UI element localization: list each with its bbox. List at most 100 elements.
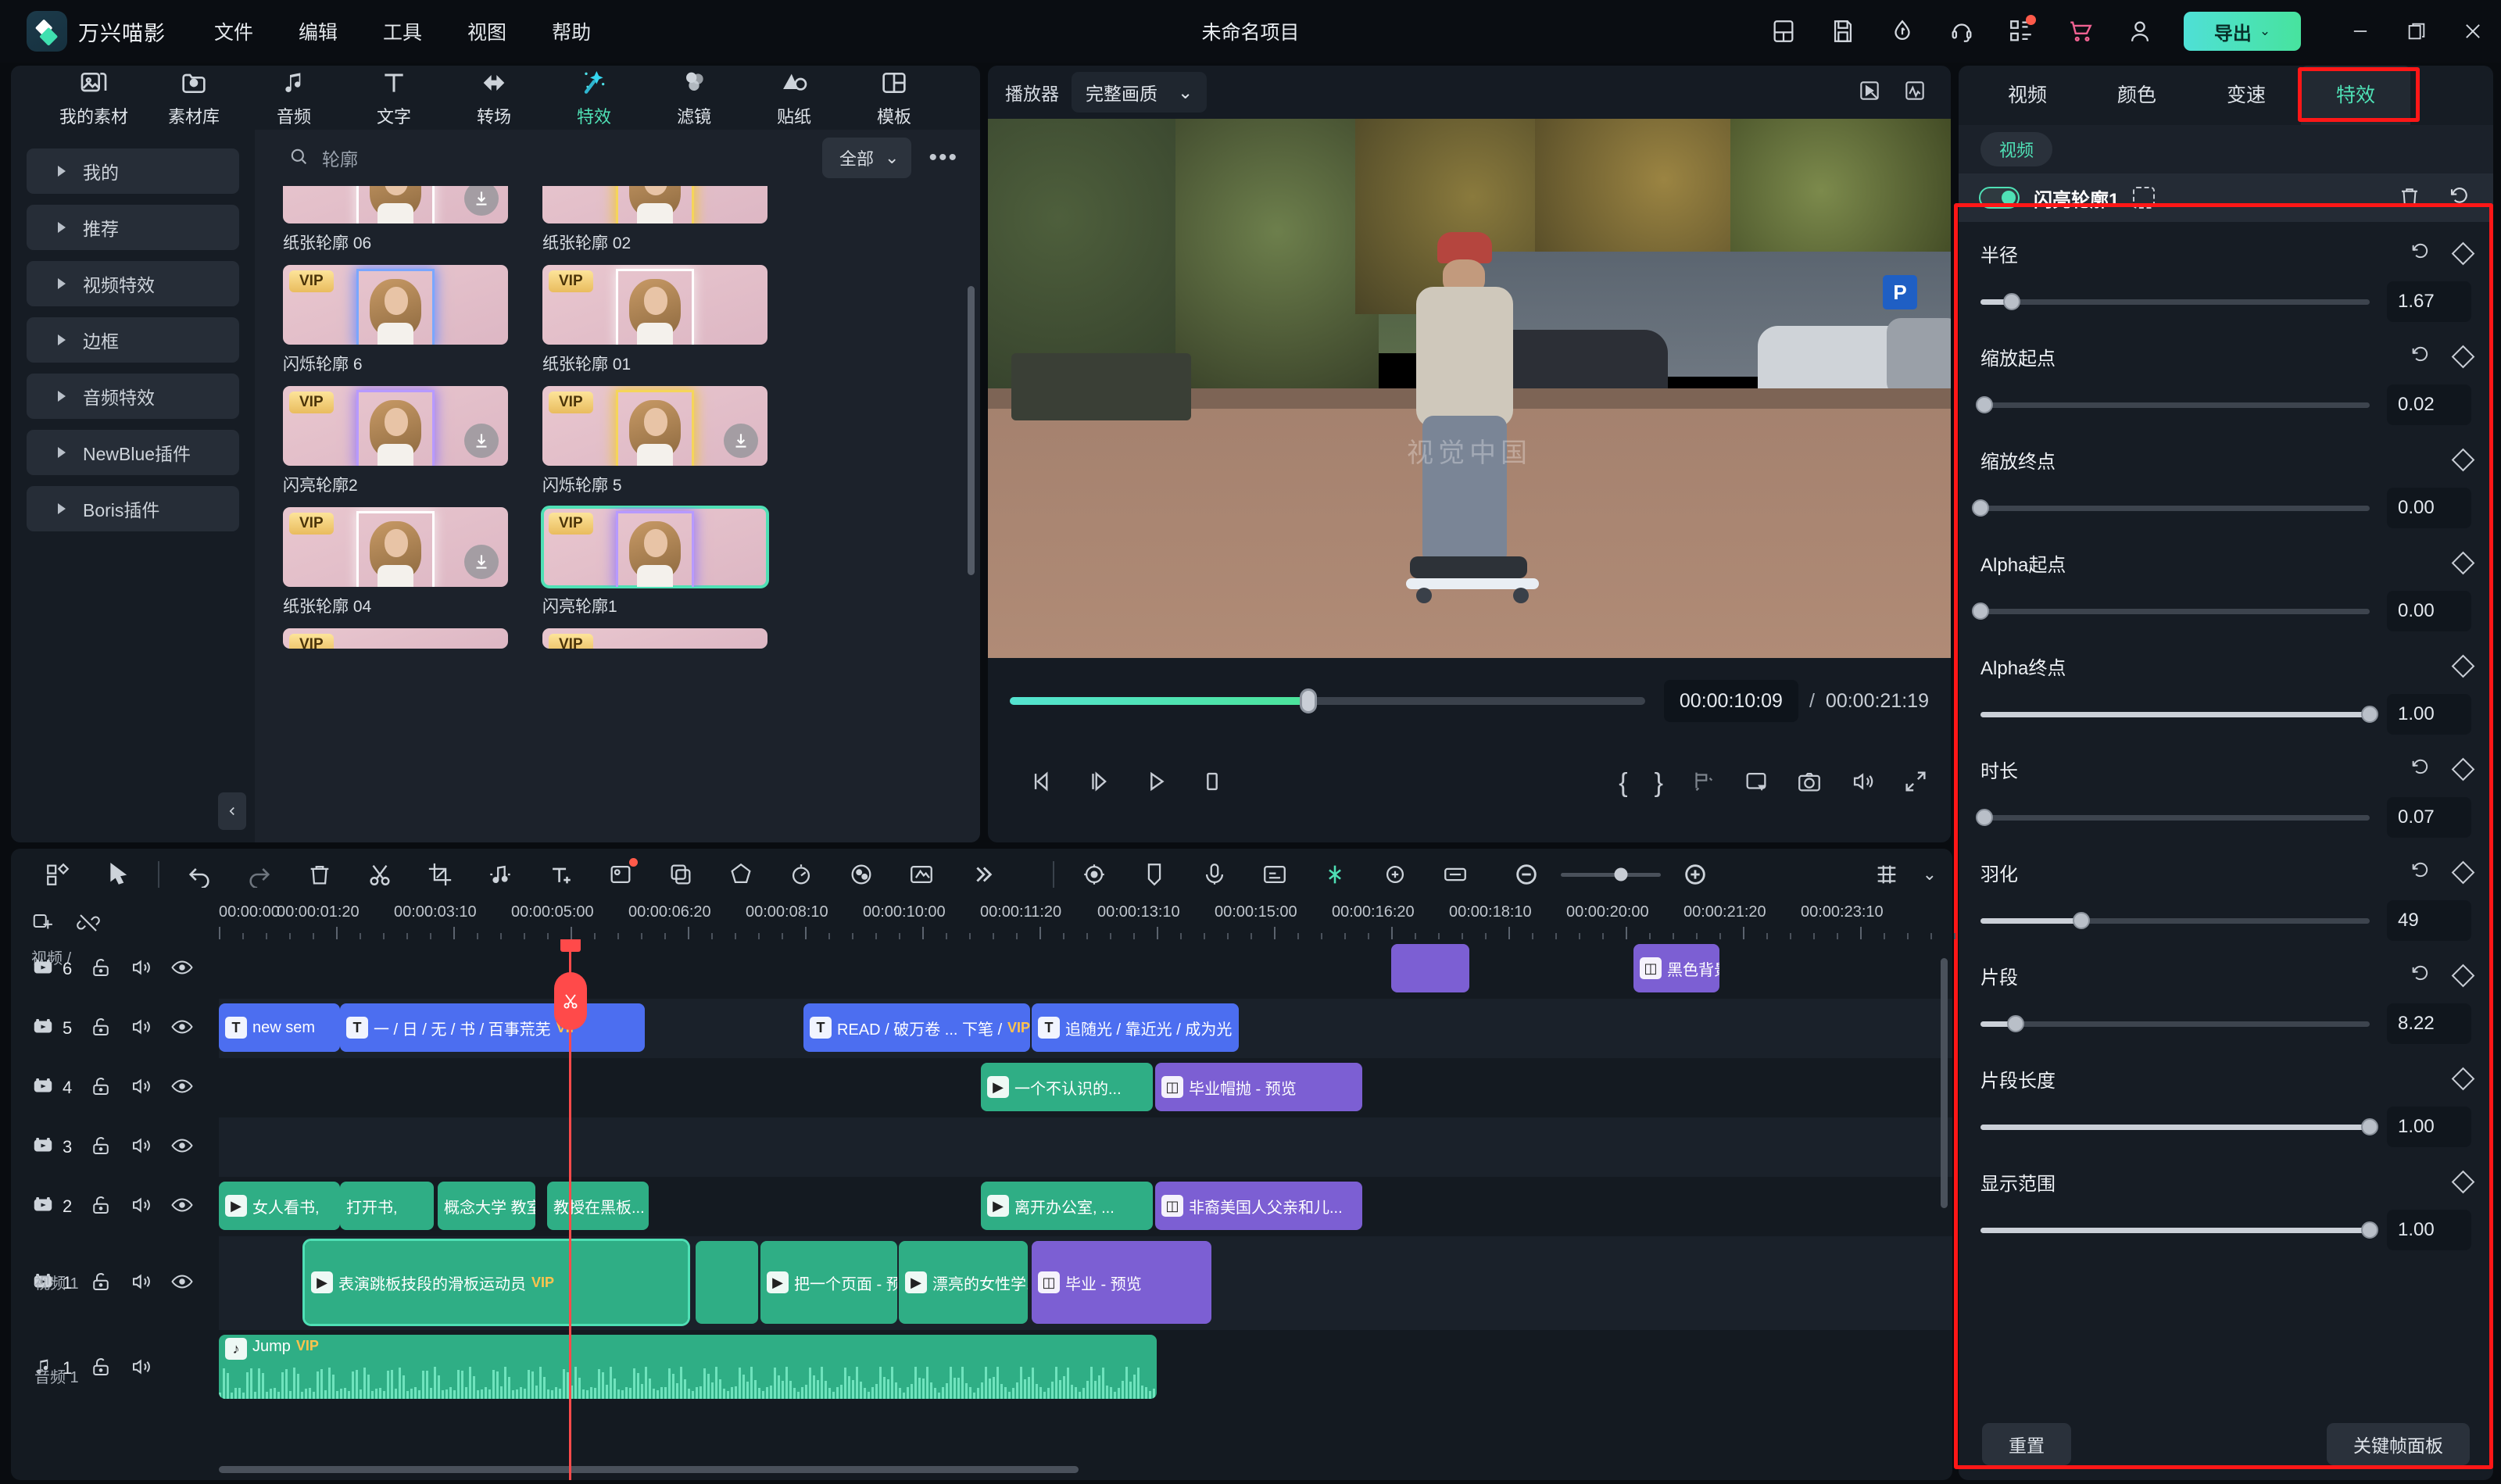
effect-card[interactable]: VIP (283, 628, 508, 649)
timeline-horizontal-scrollbar[interactable] (219, 1466, 1079, 1473)
mute-icon[interactable] (130, 1355, 153, 1382)
quality-dropdown[interactable]: 完整画质 ⌄ (1072, 72, 1208, 113)
reset-icon[interactable] (2410, 241, 2431, 266)
mute-icon[interactable] (130, 1134, 153, 1161)
effect-card-selected[interactable]: VIP 闪亮轮廓1 (541, 506, 769, 617)
render-preview-icon[interactable] (1435, 854, 1476, 895)
collapse-panel-button[interactable] (218, 792, 246, 830)
tab-templates[interactable]: 模板 (844, 67, 944, 128)
tab-filters[interactable]: 滤镜 (644, 67, 744, 128)
timeline-vertical-scrollbar[interactable] (1941, 958, 1948, 1208)
menu-edit[interactable]: 编辑 (299, 17, 338, 45)
reset-button[interactable]: 重置 (1982, 1423, 2071, 1465)
param-value[interactable]: 1.67 (2387, 281, 2471, 322)
timeline-clip[interactable]: ▶ 表演跳板技段的滑板运动员 VIP (302, 1239, 690, 1326)
param-slider[interactable] (1972, 603, 2370, 620)
grid-view-icon[interactable] (1866, 854, 1907, 895)
add-track-icon[interactable] (31, 911, 55, 939)
param-slider[interactable] (1975, 396, 2370, 413)
effect-thumbnail[interactable]: VIP (542, 386, 767, 466)
marker-icon[interactable] (1134, 854, 1175, 895)
eye-icon[interactable] (170, 956, 194, 983)
split-scissors-icon[interactable] (360, 854, 400, 895)
timeline-clip[interactable]: ◫ 毕业 - 预览 (1032, 1241, 1211, 1324)
download-icon[interactable] (464, 545, 499, 579)
effect-card[interactable]: VIP 纸张轮廓 04 (283, 507, 508, 617)
chevron-down-icon[interactable]: ⌄ (1923, 864, 1937, 885)
audio-detach-icon[interactable] (480, 854, 521, 895)
pip-icon[interactable] (1743, 768, 1769, 799)
track-header[interactable]: 4 (11, 1058, 219, 1117)
timeline-clip[interactable]: ▶ 一个不认识的... (981, 1063, 1153, 1111)
undo-icon[interactable] (179, 854, 220, 895)
audio-meter-icon[interactable] (1902, 78, 1927, 107)
tab-stock-library[interactable]: 素材库 (144, 67, 244, 128)
zoom-slider[interactable] (1561, 867, 1661, 881)
timeline-tracks[interactable]: ◫黑色背景Tnew semT一 / 日 / 无 / 书 / 百事荒芜VIPTRE… (219, 939, 1952, 1480)
keyframe-diamond-icon[interactable] (2451, 757, 2475, 781)
delete-icon[interactable] (299, 854, 340, 895)
param-value[interactable]: 0.00 (2387, 488, 2471, 528)
timeline-clip[interactable]: 教授在黑板... (547, 1182, 649, 1230)
select-tool-icon[interactable] (98, 854, 138, 895)
timeline-clip[interactable]: Tnew sem (219, 1003, 340, 1052)
mute-icon[interactable] (130, 1193, 153, 1221)
effect-card[interactable]: VIP 闪烁轮廓 6 (283, 265, 508, 375)
timeline-clip[interactable]: T 追随光 / 靠近光 / 成为光 (1032, 1003, 1239, 1052)
lock-icon[interactable] (89, 1193, 113, 1221)
more-options-icon[interactable]: ••• (928, 145, 958, 171)
param-slider[interactable] (1980, 706, 2378, 723)
reset-icon[interactable] (2410, 963, 2431, 989)
mask-icon[interactable] (721, 854, 761, 895)
lock-icon[interactable] (89, 1075, 113, 1102)
export-button[interactable]: 导出 ⌄ (2184, 12, 2301, 51)
param-slider[interactable] (1980, 293, 2370, 310)
menu-help[interactable]: 帮助 (552, 17, 591, 45)
layout-icon[interactable] (1762, 9, 1805, 53)
timeline-clip[interactable]: ◫ 黑色背景 (1633, 944, 1719, 992)
color-wheel-icon[interactable] (841, 854, 882, 895)
tab-effects[interactable]: 特效 (544, 67, 644, 128)
effect-thumbnail[interactable]: VIP (283, 628, 508, 649)
download-icon[interactable] (464, 424, 499, 458)
eye-icon[interactable] (170, 1193, 194, 1221)
green-screen-icon[interactable] (901, 854, 942, 895)
chevron-down-icon[interactable]: ⌄ (2259, 23, 2270, 39)
keyframe-diamond-icon[interactable] (2451, 654, 2475, 678)
param-value[interactable]: 1.00 (2387, 1107, 2471, 1147)
play-icon[interactable] (1143, 768, 1169, 799)
zoom-in-icon[interactable] (1675, 854, 1716, 895)
search-input[interactable]: 轮廓 (322, 145, 358, 171)
track-header[interactable]: 2 (11, 1177, 219, 1236)
close-icon[interactable] (2445, 0, 2501, 63)
reset-icon[interactable] (2410, 860, 2431, 885)
param-value[interactable]: 0.02 (2387, 384, 2471, 425)
category-borders[interactable]: 边框 (27, 317, 239, 363)
cloud-drive-icon[interactable] (1880, 9, 1924, 53)
account-icon[interactable] (2118, 9, 2162, 53)
cart-icon[interactable] (2059, 9, 2102, 53)
timeline-clip[interactable]: ▶ 把一个页面 - 预览 (760, 1241, 897, 1324)
effect-thumbnail[interactable]: VIP (283, 507, 508, 587)
add-text-icon[interactable] (540, 854, 581, 895)
tab-text[interactable]: 文字 (344, 67, 444, 128)
tab-video[interactable]: 视频 (1973, 66, 2082, 125)
speed-icon[interactable] (781, 854, 821, 895)
template-mode-icon[interactable] (38, 854, 78, 895)
tab-transitions[interactable]: 转场 (444, 67, 544, 128)
tab-audio[interactable]: 音频 (244, 67, 344, 128)
timeline-clip[interactable]: ▶ 女人看书, (219, 1182, 340, 1230)
effect-thumbnail[interactable]: VIP (283, 386, 508, 466)
more-chevron-icon[interactable] (961, 854, 1002, 895)
eye-icon[interactable] (170, 1075, 194, 1102)
mask-dashed-icon[interactable] (2133, 187, 2156, 209)
auto-beat-icon[interactable] (1074, 854, 1115, 895)
param-value[interactable]: 0.07 (2387, 797, 2471, 838)
mark-in-icon[interactable]: { (1619, 768, 1627, 799)
effect-card[interactable]: VIP 闪亮轮廓2 (283, 386, 508, 496)
keyframe-diamond-icon[interactable] (2451, 551, 2475, 574)
param-value[interactable]: 0.00 (2387, 591, 2471, 631)
scope-chip-video[interactable]: 视频 (1980, 132, 2053, 166)
subtitle-icon[interactable] (1254, 854, 1295, 895)
effect-enable-toggle[interactable] (1979, 187, 2020, 209)
